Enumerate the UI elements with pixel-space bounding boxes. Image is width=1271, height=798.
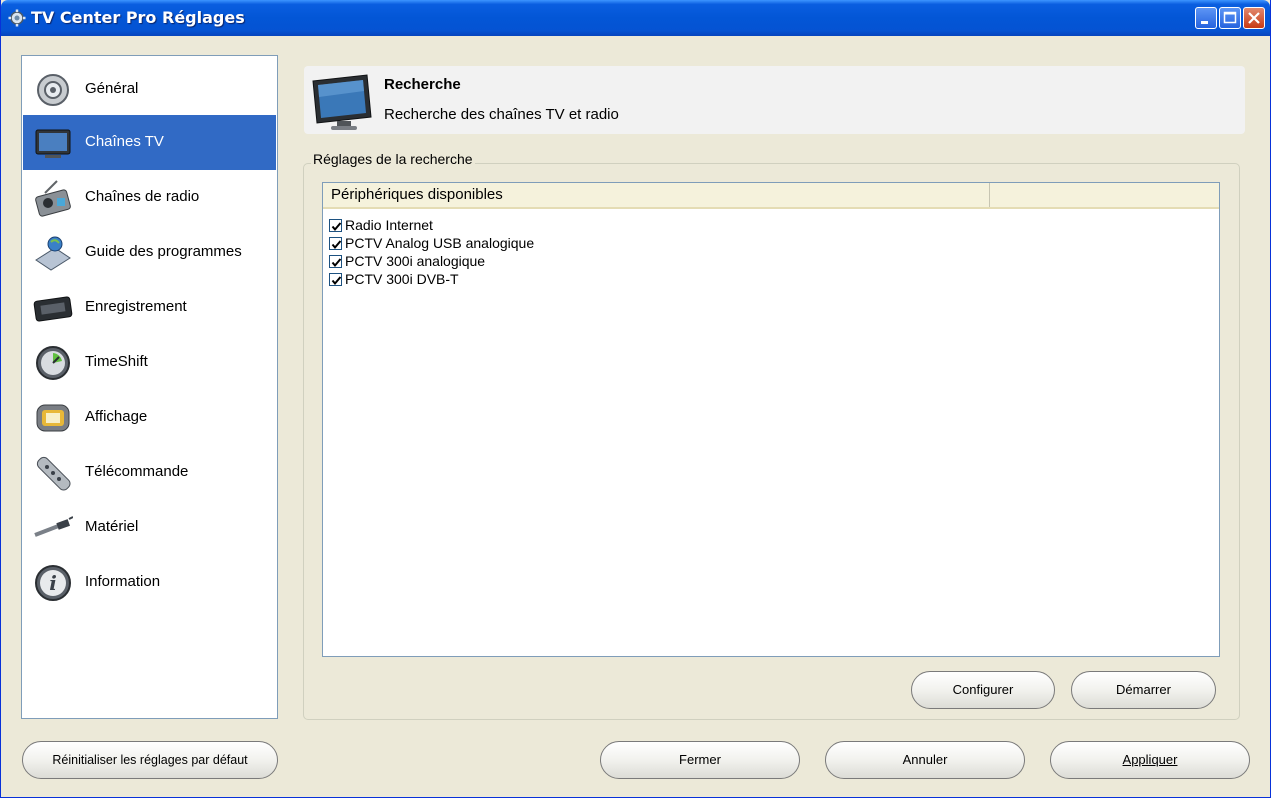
remote-control-icon: [36, 456, 71, 491]
cancel-button[interactable]: Annuler: [825, 741, 1025, 779]
sidebar-item-remote-control[interactable]: Télécommande: [23, 445, 276, 500]
sidebar-item-timeshift[interactable]: TimeShift: [23, 335, 276, 390]
start-button[interactable]: Démarrer: [1071, 671, 1216, 709]
svg-text:i: i: [49, 571, 57, 595]
sidebar-item-label: Guide des programmes: [85, 243, 242, 260]
device-label: Radio Internet: [345, 217, 433, 233]
page-header: Recherche Recherche des chaînes TV et ra…: [304, 66, 1245, 134]
device-checkbox[interactable]: [329, 273, 342, 286]
device-label: PCTV 300i analogique: [345, 253, 486, 269]
gear-icon: [37, 74, 69, 106]
sidebar-item-label: Affichage: [85, 408, 148, 425]
list-header: Périphériques disponibles: [323, 183, 1219, 209]
tv-monitor-icon: [312, 74, 372, 130]
configure-button[interactable]: Configurer: [911, 671, 1055, 709]
sidebar-item-radio-channels[interactable]: Chaînes de radio: [23, 170, 276, 225]
sidebar-item-label: Général: [85, 80, 139, 97]
device-label: PCTV 300i DVB-T: [345, 271, 459, 287]
sidebar-item-label: Enregistrement: [85, 298, 187, 315]
sidebar-item-program-guide[interactable]: Guide des programmes: [23, 225, 276, 280]
clock-icon: [36, 346, 70, 380]
device-checkbox[interactable]: [329, 255, 342, 268]
apply-button[interactable]: Appliquer: [1050, 741, 1250, 779]
minimize-icon: [1201, 21, 1208, 24]
maximize-icon: [1223, 11, 1237, 24]
column-header-devices[interactable]: Périphériques disponibles: [323, 183, 990, 207]
page-subtitle: Recherche des chaînes TV et radio: [384, 106, 619, 123]
tv-icon: [35, 129, 71, 158]
sidebar-item-label: Chaînes de radio: [85, 188, 200, 205]
sidebar-item-recording[interactable]: Enregistrement: [23, 280, 276, 335]
information-icon: i: [35, 565, 71, 601]
videotape-icon: [33, 296, 73, 322]
display-icon: [36, 404, 70, 432]
sidebar-item-tv-channels[interactable]: Chaînes TV: [23, 115, 276, 170]
close-icon: [1248, 12, 1260, 24]
radio-icon: [35, 180, 71, 217]
close-window-button[interactable]: [1243, 7, 1265, 29]
sidebar-item-label: Chaînes TV: [85, 133, 164, 150]
settings-window: TV Center Pro Réglages Général Chaînes T…: [0, 0, 1271, 798]
device-label: PCTV Analog USB analogique: [345, 235, 535, 251]
group-legend: Réglages de la recherche: [311, 151, 475, 167]
sidebar-item-label: TimeShift: [85, 353, 148, 370]
checkmark-icon: [331, 240, 342, 250]
window-title: TV Center Pro Réglages: [31, 8, 245, 27]
device-list[interactable]: Périphériques disponibles Radio Internet…: [322, 182, 1220, 657]
sidebar-item-label: Matériel: [85, 518, 139, 535]
app-gear-icon: [8, 9, 26, 27]
checkmark-icon: [331, 258, 342, 268]
sidebar-item-information[interactable]: i Information: [23, 555, 276, 610]
title-bar[interactable]: TV Center Pro Réglages: [1, 0, 1270, 36]
sidebar-item-label: Télécommande: [85, 463, 189, 480]
sidebar-item-display[interactable]: Affichage: [23, 390, 276, 445]
hardware-icon: [34, 516, 73, 537]
settings-category-list: Général Chaînes TV Chaînes de radio Guid…: [21, 55, 278, 719]
device-checkbox[interactable]: [329, 219, 342, 232]
sidebar-item-label: Information: [85, 573, 161, 590]
checkmark-icon: [331, 276, 342, 286]
reset-defaults-button[interactable]: Réinitialiser les réglages par défaut: [22, 741, 278, 779]
sidebar-item-general[interactable]: Général: [23, 62, 276, 117]
checkmark-icon: [331, 222, 342, 232]
program-guide-icon: [35, 236, 71, 271]
sidebar-item-hardware[interactable]: Matériel: [23, 500, 276, 555]
close-button[interactable]: Fermer: [600, 741, 800, 779]
device-checkbox[interactable]: [329, 237, 342, 250]
minimize-button[interactable]: [1195, 7, 1217, 29]
page-title: Recherche: [384, 76, 461, 93]
maximize-button[interactable]: [1219, 7, 1241, 29]
